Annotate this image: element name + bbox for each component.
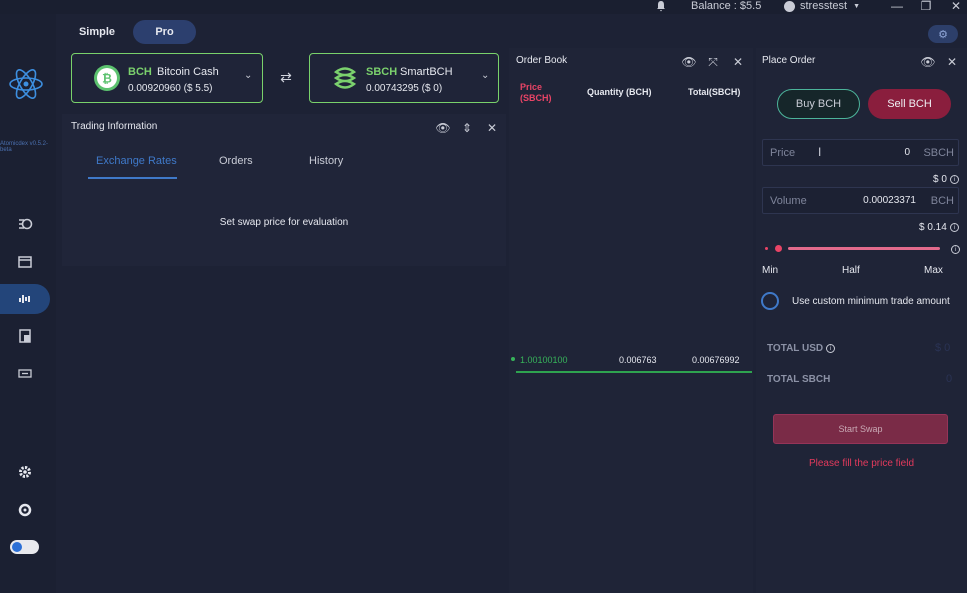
volume-usd: $ 0.14 xyxy=(919,222,947,233)
header-quantity[interactable]: Quantity (BCH) xyxy=(587,87,652,97)
coin-name: SmartBCH xyxy=(400,66,453,78)
tab-orders[interactable]: Orders xyxy=(219,155,253,167)
price-value: 0 xyxy=(904,147,910,158)
support-icon[interactable] xyxy=(15,500,35,520)
place-order-panel xyxy=(756,48,967,593)
eye-icon[interactable]: 👁 xyxy=(681,55,696,69)
volume-input[interactable]: Volume 0.00023371 BCH xyxy=(762,187,959,214)
order-price[interactable]: 1.00100100 xyxy=(520,355,568,365)
volume-unit: BCH xyxy=(930,195,954,207)
price-label: Price xyxy=(770,147,796,159)
bell-icon[interactable] xyxy=(655,0,667,12)
eye-icon[interactable]: 👁 xyxy=(435,121,450,135)
theme-toggle[interactable] xyxy=(10,540,39,554)
maximize-button[interactable]: ❐ xyxy=(919,0,933,13)
volume-value: 0.00023371 xyxy=(863,195,916,206)
order-quantity[interactable]: 0.006763 xyxy=(619,355,657,365)
user-menu[interactable]: stresstest ▼ xyxy=(784,0,860,12)
coin-price: 0.00920960 ($ 5.5) xyxy=(128,83,213,94)
settings-gear-button[interactable]: ⚙ xyxy=(928,25,958,43)
coin-ticker: SBCH xyxy=(366,66,398,78)
sbch-coin-icon xyxy=(332,65,358,91)
balance-label: Balance : $5.5 xyxy=(691,0,762,12)
coin-selector-right[interactable]: SBCH SmartBCH 0.00743295 ($ 0) ⌄ xyxy=(309,53,499,103)
close-icon[interactable]: ✕ xyxy=(945,55,959,69)
total-usd-label: TOTAL USD xyxy=(767,343,824,354)
trading-info-title: Trading Information xyxy=(71,121,158,132)
order-book-panel xyxy=(509,48,753,593)
user-icon xyxy=(784,0,795,12)
text-cursor-icon: I xyxy=(818,145,822,159)
app-logo-icon xyxy=(8,64,44,104)
start-swap-button[interactable]: Start Swap xyxy=(773,414,948,444)
slider-start-dot xyxy=(765,247,768,250)
error-message: Please fill the price field xyxy=(808,458,915,469)
coin-ticker: BCH xyxy=(128,66,152,78)
price-unit: SBCH xyxy=(923,147,954,159)
info-icon[interactable]: i xyxy=(950,223,959,232)
total-sbch-value: 0 xyxy=(946,373,953,385)
eye-icon[interactable]: 👁 xyxy=(920,55,935,69)
user-name: stresstest xyxy=(800,0,848,12)
info-icon[interactable]: i xyxy=(950,175,959,184)
gear-icon: ⚙ xyxy=(938,28,948,41)
addressbook-icon[interactable] xyxy=(15,326,35,346)
total-sbch-label: TOTAL SBCH xyxy=(767,374,831,385)
chevron-down-icon: ⌄ xyxy=(481,70,490,81)
price-usd: $ 0 xyxy=(933,174,947,185)
toggle-knob xyxy=(12,542,22,552)
buy-button[interactable]: Buy BCH xyxy=(777,89,860,119)
order-book-title: Order Book xyxy=(516,55,568,66)
version-label: Atomicdex v0.5.2-beta xyxy=(0,141,49,153)
coin-price: 0.00743295 ($ 0) xyxy=(366,83,443,94)
order-dot-icon xyxy=(511,357,515,361)
close-icon[interactable]: ✕ xyxy=(485,121,499,135)
price-input[interactable]: Price 0 SBCH I xyxy=(762,139,959,166)
active-tab-underline xyxy=(88,177,177,179)
swap-direction-icon[interactable]: ⇄ xyxy=(276,69,296,85)
dashboard-icon[interactable] xyxy=(15,214,35,234)
wallet-icon[interactable] xyxy=(15,251,35,271)
header-price-line1: Price xyxy=(520,82,543,92)
info-icon[interactable]: i xyxy=(951,245,960,254)
collapse-icon[interactable]: ⤧ xyxy=(706,55,720,69)
sell-button[interactable]: Sell BCH xyxy=(868,89,951,119)
close-window-button[interactable]: ✕ xyxy=(949,0,963,13)
slider-max-label[interactable]: Max xyxy=(924,265,943,276)
fiat-icon[interactable] xyxy=(15,363,35,383)
tab-exchange-rates[interactable]: Exchange Rates xyxy=(96,155,177,167)
order-depth-bar xyxy=(516,371,752,373)
exchange-icon[interactable] xyxy=(15,289,35,309)
empty-state-message: Set swap price for evaluation xyxy=(219,217,349,228)
bch-coin-icon: ₿ xyxy=(94,65,120,91)
custom-min-label: Use custom minimum trade amount xyxy=(792,296,950,307)
settings-icon[interactable] xyxy=(15,462,35,482)
header-price-line2: (SBCH) xyxy=(520,93,552,103)
coin-name: Bitcoin Cash xyxy=(157,66,219,78)
tab-pro[interactable]: Pro xyxy=(133,20,196,44)
chevron-down-icon: ⌄ xyxy=(244,70,253,81)
custom-min-checkbox[interactable] xyxy=(761,292,779,310)
volume-slider-handle[interactable] xyxy=(775,245,782,252)
total-usd-value: $ 0 xyxy=(935,342,951,354)
info-icon[interactable]: i xyxy=(826,344,835,353)
order-total[interactable]: 0.00676992 xyxy=(692,355,740,365)
trading-information-panel xyxy=(62,114,506,266)
header-total[interactable]: Total(SBCH) xyxy=(688,87,740,97)
volume-slider-track[interactable] xyxy=(788,247,940,250)
coin-selector-left[interactable]: ₿ BCH Bitcoin Cash 0.00920960 ($ 5.5) ⌄ xyxy=(71,53,263,103)
expand-icon[interactable]: ⇕ xyxy=(460,121,474,135)
caret-down-icon: ▼ xyxy=(853,2,861,10)
tab-simple[interactable]: Simple xyxy=(72,20,122,44)
place-order-title: Place Order xyxy=(762,55,816,66)
svg-text:₿: ₿ xyxy=(102,72,112,86)
close-icon[interactable]: ✕ xyxy=(731,55,745,69)
header-price[interactable]: Price (SBCH) xyxy=(520,82,552,104)
volume-label: Volume xyxy=(770,195,807,207)
minimize-button[interactable]: — xyxy=(890,0,904,13)
tab-history[interactable]: History xyxy=(309,155,343,167)
slider-half-label[interactable]: Half xyxy=(842,265,860,276)
slider-min-label[interactable]: Min xyxy=(762,265,778,276)
